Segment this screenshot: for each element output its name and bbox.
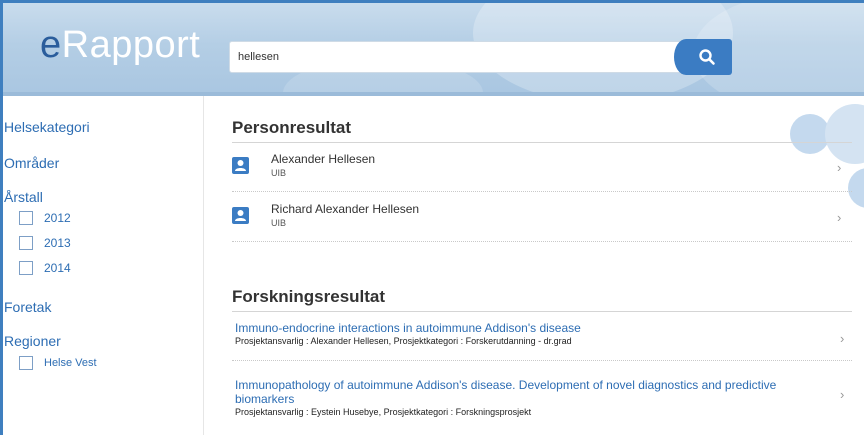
research-row[interactable]: Immuno-endocrine interactions in autoimm… — [235, 321, 835, 346]
row-divider — [232, 241, 852, 242]
logo-text: Rapport — [61, 24, 201, 66]
sidebar-item-omrader[interactable]: Områder — [4, 155, 59, 171]
person-icon — [232, 207, 249, 224]
sidebar-item-foretak[interactable]: Foretak — [4, 299, 51, 315]
search-button[interactable] — [674, 39, 732, 75]
person-org: UIB — [271, 168, 287, 178]
checkbox-year-2014[interactable] — [19, 261, 33, 275]
chevron-right-icon[interactable]: › — [840, 387, 844, 402]
checkbox-region-helse-vest[interactable] — [19, 356, 33, 370]
row-divider — [232, 360, 852, 361]
row-divider — [232, 191, 852, 192]
person-row[interactable]: Alexander Hellesen UIB › — [232, 147, 852, 195]
section-divider — [232, 142, 852, 143]
checkbox-year-2012[interactable] — [19, 211, 33, 225]
section-title-persons: Personresultat — [232, 118, 352, 137]
chevron-right-icon[interactable]: › — [840, 331, 844, 346]
search-icon — [699, 49, 715, 65]
person-icon — [232, 157, 249, 174]
research-title[interactable]: Immuno-endocrine interactions in autoimm… — [235, 321, 835, 335]
research-title[interactable]: Immunopathology of autoimmune Addison's … — [235, 378, 835, 406]
checkbox-label-2013[interactable]: 2013 — [44, 236, 71, 250]
checkbox-label-2012[interactable]: 2012 — [44, 211, 71, 225]
section-title-research: Forskningsresultat — [232, 287, 386, 306]
person-org: UIB — [271, 218, 287, 228]
person-name[interactable]: Alexander Hellesen — [271, 152, 375, 166]
sidebar — [3, 96, 204, 435]
research-row[interactable]: Immunopathology of autoimmune Addison's … — [235, 378, 835, 417]
sidebar-item-regioner[interactable]: Regioner — [4, 333, 61, 349]
sidebar-item-helsekategori[interactable]: Helsekategori — [4, 119, 90, 135]
chevron-right-icon[interactable]: › — [837, 210, 841, 225]
research-meta: Prosjektansvarlig : Alexander Hellesen, … — [235, 336, 572, 346]
person-row[interactable]: Richard Alexander Hellesen UIB › — [232, 197, 852, 245]
section-divider — [232, 311, 852, 312]
checkbox-label-helse-vest[interactable]: Helse Vest — [44, 357, 97, 369]
person-name[interactable]: Richard Alexander Hellesen — [271, 202, 419, 216]
checkbox-label-2014[interactable]: 2014 — [44, 261, 71, 275]
logo-e: e — [40, 24, 62, 66]
research-meta: Prosjektansvarlig : Eystein Husebye, Pro… — [235, 407, 532, 417]
sidebar-item-arstall[interactable]: Årstall — [4, 189, 43, 205]
chevron-right-icon[interactable]: › — [837, 160, 841, 175]
checkbox-year-2013[interactable] — [19, 236, 33, 250]
app-logo[interactable]: eRapport — [40, 24, 200, 67]
search-input[interactable]: hellesen — [229, 41, 689, 73]
